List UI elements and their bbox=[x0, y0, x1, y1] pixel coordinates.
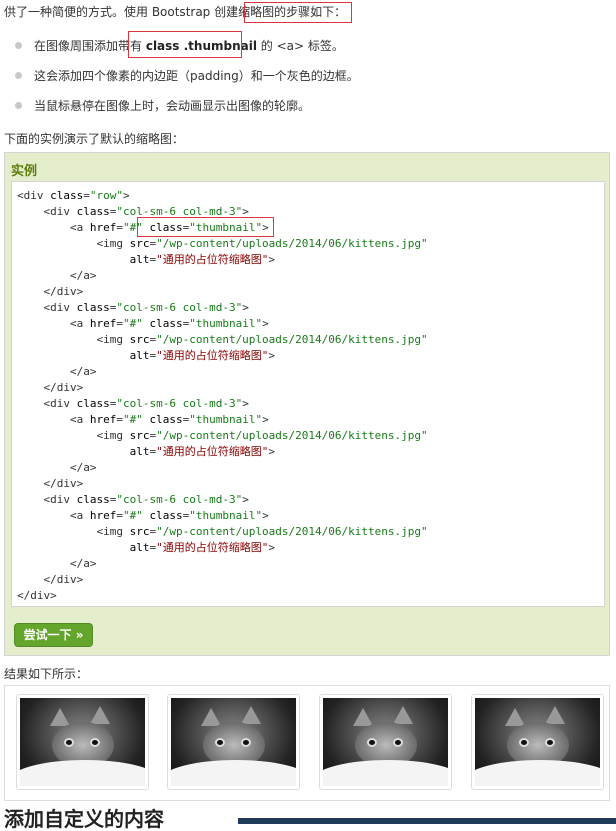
example-title: 实例 bbox=[11, 164, 38, 179]
example-panel: 实例 <div class="row"> <div class="col-sm-… bbox=[4, 152, 610, 656]
result-panel bbox=[4, 685, 610, 801]
code-line: </div> bbox=[17, 589, 57, 602]
code-line: <a href="#" class="thumbnail"> bbox=[17, 509, 269, 522]
code-line: <div class="col-sm-6 col-md-3"> bbox=[17, 493, 249, 506]
code-line: </div> bbox=[17, 477, 84, 490]
code-line: alt="通用的占位符缩略图"> bbox=[129, 349, 275, 362]
code-line: </div> bbox=[17, 381, 84, 394]
bullet-icon bbox=[15, 72, 22, 79]
code-line: <img src="/wp-content/uploads/2014/06/ki… bbox=[17, 525, 428, 538]
kitten-image bbox=[20, 698, 145, 786]
step-text: 的 <a> 标签。 bbox=[256, 39, 344, 53]
code-line: <a href="#" class="thumbnail"> bbox=[17, 413, 269, 426]
code-line: </a> bbox=[17, 461, 97, 474]
code-line: </a> bbox=[17, 269, 97, 282]
code-line: </div> bbox=[17, 573, 84, 586]
code-line: <div class="col-sm-6 col-md-3"> bbox=[17, 205, 249, 218]
kitten-image bbox=[171, 698, 296, 786]
step-text: 这会添加四个像素的内边距（padding）和一个灰色的边框。 bbox=[34, 69, 359, 83]
code-content: <div class="row"> <div class="col-sm-6 c… bbox=[17, 188, 428, 604]
code-line: <div class="col-sm-6 col-md-3"> bbox=[17, 397, 249, 410]
kitten-image bbox=[475, 698, 600, 786]
step-text: 当鼠标悬停在图像上时，会动画显示出图像的轮廓。 bbox=[34, 99, 311, 113]
thumbnail[interactable] bbox=[319, 694, 452, 790]
code-line: alt="通用的占位符缩略图"> bbox=[129, 253, 275, 266]
code-line: <a href="#" class="thumbnail"> bbox=[17, 221, 269, 234]
thumbnail[interactable] bbox=[167, 694, 300, 790]
code-line: </a> bbox=[17, 365, 97, 378]
code-line: <div class="col-sm-6 col-md-3"> bbox=[17, 301, 249, 314]
step-text: 在图像周围添加带有 bbox=[34, 39, 146, 53]
bottom-bar bbox=[238, 818, 616, 824]
result-label: 结果如下所示： bbox=[4, 667, 89, 681]
kitten-image bbox=[323, 698, 448, 786]
intro-text: 供了一种简便的方式。使用 Bootstrap 创建缩略图的步骤如下： bbox=[4, 5, 347, 19]
try-it-button[interactable]: 尝试一下 » bbox=[14, 623, 93, 647]
thumbnail[interactable] bbox=[471, 694, 604, 790]
code-block: <div class="row"> <div class="col-sm-6 c… bbox=[11, 181, 605, 607]
bullet-icon bbox=[15, 42, 22, 49]
example-description: 下面的实例演示了默认的缩略图： bbox=[4, 132, 185, 146]
bullet-icon bbox=[15, 102, 22, 109]
code-line: <img src="/wp-content/uploads/2014/06/ki… bbox=[17, 237, 428, 250]
code-line: </a> bbox=[17, 557, 97, 570]
code-line: alt="通用的占位符缩略图"> bbox=[129, 541, 275, 554]
thumbnail-class-keyword: class .thumbnail bbox=[145, 39, 257, 53]
code-line: </div> bbox=[17, 285, 84, 298]
code-line: <a href="#" class="thumbnail"> bbox=[17, 317, 269, 330]
code-line: alt="通用的占位符缩略图"> bbox=[129, 445, 275, 458]
section-heading: 添加自定义的内容 bbox=[4, 807, 164, 831]
code-line: <div class="row"> bbox=[17, 189, 130, 202]
thumbnail[interactable] bbox=[16, 694, 149, 790]
code-line: <img src="/wp-content/uploads/2014/06/ki… bbox=[17, 333, 428, 346]
code-line: <img src="/wp-content/uploads/2014/06/ki… bbox=[17, 429, 428, 442]
